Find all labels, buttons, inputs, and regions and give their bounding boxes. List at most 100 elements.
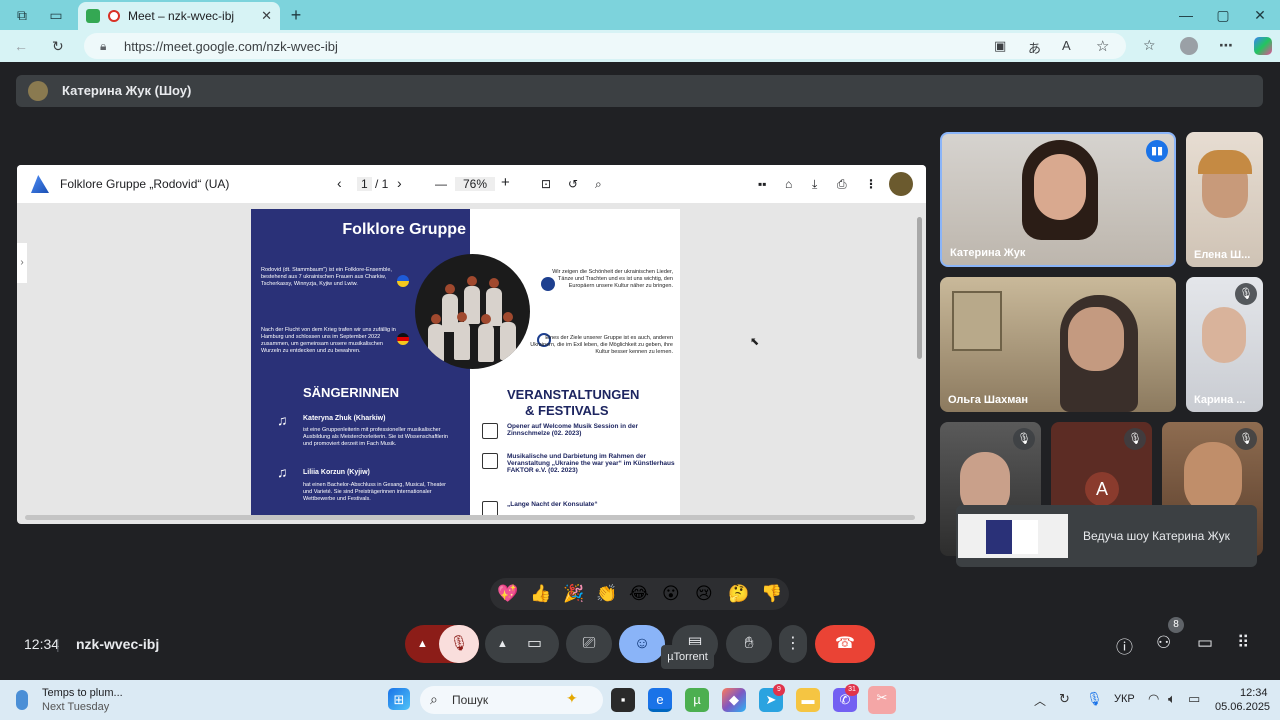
poster-history: Nach der Flucht von dem Krieg trafen wir… [261, 327, 396, 354]
search-placeholder: Пошук [452, 693, 489, 707]
singer2-name: Liliia Korzun (Kyjiw) [303, 469, 370, 476]
meeting-info-icon[interactable]: ⓘ [1116, 633, 1133, 658]
zoom-level[interactable]: 76% [455, 177, 496, 191]
clock-time[interactable]: 12:34 [1240, 687, 1268, 699]
favorites-icon[interactable]: ☆ [1143, 37, 1156, 53]
taskbar-search[interactable]: ⌕ Пошук ✦ [420, 686, 603, 714]
participant-tile[interactable]: Елена Ш... [1186, 132, 1263, 267]
battery-icon[interactable]: ▭ [1188, 691, 1200, 707]
camera-button[interactable]: ▭ [527, 625, 542, 663]
participant-initial-avatar: A [1085, 472, 1119, 506]
workspaces-icon[interactable]: ⧉ [14, 7, 30, 23]
singer2-text: hat einen Bachelor-Abschluss in Gesang, … [303, 482, 446, 502]
rotate-icon[interactable]: ↺ [568, 177, 578, 191]
sync-icon[interactable]: ↻ [1059, 691, 1070, 707]
mic-options-chevron-icon[interactable]: ▲ [417, 625, 428, 663]
reaction-sparkling-heart[interactable]: 💖 [497, 583, 518, 605]
weather-icon[interactable] [16, 690, 28, 710]
download-icon[interactable]: ⤓ [812, 177, 817, 192]
group-photo [415, 254, 530, 369]
sidebar-toggle-icon[interactable]: › [17, 243, 27, 283]
tab-actions-icon[interactable]: ▭ [48, 7, 64, 23]
chat-icon[interactable]: ▭ [1197, 633, 1213, 653]
new-tab-icon[interactable]: + [288, 6, 304, 24]
read-aloud-icon[interactable]: A [1062, 38, 1071, 53]
lock-icon: 🔒︎ [100, 39, 107, 53]
volume-icon[interactable]: 🔈︎ [1168, 691, 1176, 707]
poster-goal2: Eines der Ziele unserer Gruppe ist es au… [530, 335, 673, 355]
presenter-name: Катерина Жук (Шоу) [62, 83, 192, 98]
viber-badge: 31 [845, 684, 859, 696]
microphone-tray-icon[interactable]: 🎙︎ [1086, 691, 1103, 707]
reaction-thinking[interactable]: 🤔 [728, 583, 749, 605]
print-icon[interactable]: ⎙ [837, 177, 847, 192]
clock-date[interactable]: 05.06.2025 [1215, 701, 1270, 713]
more-options-icon[interactable]: ⋮ [865, 177, 877, 191]
language-indicator[interactable]: УКР [1114, 693, 1135, 705]
singers-heading: SÄNGERINNEN [303, 385, 400, 400]
refresh-icon[interactable]: ↻ [52, 38, 64, 54]
reaction-clap[interactable]: 👏 [596, 583, 617, 605]
edge-icon[interactable]: e [648, 688, 672, 712]
zoom-out-icon[interactable]: — [435, 177, 447, 191]
events-heading-2: & FESTIVALS [525, 403, 609, 418]
leave-call-button[interactable]: ☎︎ [815, 625, 875, 663]
reactions-button[interactable]: ☺ [619, 625, 665, 663]
reaction-thumbs-up[interactable]: 👍 [530, 583, 551, 605]
participant-tile[interactable]: 🎙︎ Карина ... [1186, 277, 1263, 412]
tab-meet[interactable]: Meet – nzk-wvec-ibj ✕ [78, 2, 280, 30]
utorrent-icon[interactable]: µ [685, 688, 709, 712]
reaction-surprised[interactable]: 😮 [662, 583, 680, 605]
close-tab-icon[interactable]: ✕ [261, 8, 272, 24]
back-icon[interactable]: ← [14, 38, 28, 54]
close-window-icon[interactable]: ✕ [1252, 7, 1268, 23]
profile-avatar[interactable] [1180, 37, 1198, 55]
raise-hand-button[interactable]: ✋︎ [726, 625, 772, 663]
copilot-icon[interactable] [1254, 37, 1272, 55]
horizontal-scrollbar[interactable] [25, 515, 915, 520]
maximize-icon[interactable]: ▢ [1215, 7, 1231, 23]
next-page-icon[interactable]: › [397, 175, 402, 191]
wifi-icon[interactable]: ◠ [1148, 691, 1159, 707]
more-options-button[interactable]: ⋮ [779, 625, 807, 663]
annotate-icon[interactable]: ⌂ [785, 177, 792, 191]
vertical-scrollbar[interactable] [917, 217, 922, 359]
copilot-app-icon[interactable]: ◆ [722, 688, 746, 712]
file-explorer-icon[interactable]: ▬ [796, 688, 820, 712]
show-hidden-icons[interactable]: ︿ [1034, 692, 1046, 709]
snipping-tool-icon[interactable]: ✂ [868, 686, 896, 714]
people-icon[interactable]: ⚇ [1156, 633, 1171, 653]
present-screen-button[interactable]: ⎚ [566, 625, 612, 663]
sparkle-icon: ✦ [566, 690, 578, 706]
activities-icon[interactable]: ⠿ [1237, 633, 1249, 653]
translate-icon[interactable]: あ [1028, 38, 1041, 57]
camera-options-chevron-icon[interactable]: ▲ [497, 625, 508, 663]
mic-off-button[interactable]: 🎙︎ [439, 625, 479, 663]
singer1-text: ist eine Gruppenleiterin mit professione… [303, 427, 448, 447]
reaction-thumbs-down[interactable]: 👎 [761, 583, 782, 605]
url-text: https://meet.google.com/nzk-wvec-ibj [124, 39, 338, 54]
start-icon[interactable]: ⊞ [388, 688, 410, 710]
weather-title[interactable]: Temps to plum... [42, 687, 123, 699]
page-number-input[interactable]: 1 [357, 177, 372, 191]
presenting-card[interactable]: Ведуча шоу Катерина Жук [956, 505, 1257, 567]
minimize-icon[interactable]: — [1178, 7, 1194, 23]
participant-tile-speaking[interactable]: ▮▮ Катерина Жук [940, 132, 1176, 267]
fit-page-icon[interactable]: ⊡ [541, 177, 551, 191]
reaction-laugh[interactable]: 😂 [629, 583, 649, 605]
task-view-icon[interactable]: ▪ [611, 688, 635, 712]
address-bar-row: ← ↻ 🔒︎ https://meet.google.com/nzk-wvec-… [0, 30, 1280, 62]
camera-in-use-icon[interactable]: ▣ [994, 38, 1006, 54]
more-menu-icon[interactable]: ⋯ [1219, 37, 1233, 53]
search-icon[interactable]: ⌕ [595, 177, 602, 192]
events-heading-1: VERANSTALTUNGEN [507, 387, 640, 402]
zoom-in-icon[interactable]: + [501, 174, 510, 191]
reaction-party[interactable]: 🎉 [563, 583, 584, 605]
comment-icon[interactable]: ▪▪ [758, 177, 767, 191]
url-field[interactable]: 🔒︎ https://meet.google.com/nzk-wvec-ibj … [84, 33, 1126, 59]
prev-page-icon[interactable]: ‹ [337, 175, 342, 191]
favorite-star-icon[interactable]: ☆ [1096, 37, 1109, 55]
participant-tile[interactable]: Ольга Шахман [940, 277, 1176, 412]
reaction-cry[interactable]: 😢 [695, 583, 713, 605]
search-icon: ⌕ [430, 691, 438, 707]
